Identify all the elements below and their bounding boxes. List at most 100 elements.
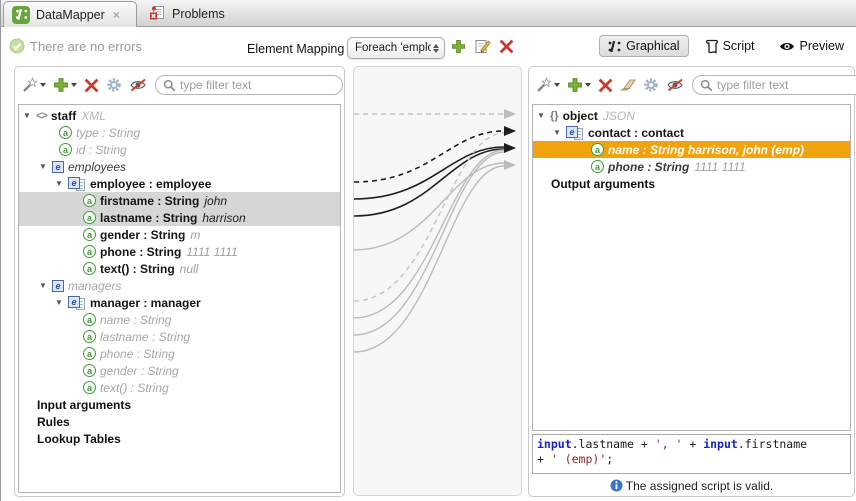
tree-row-manager-name[interactable]: a name : String	[19, 311, 340, 328]
tree-row-manager-text[interactable]: a text() : String	[19, 379, 340, 396]
delete-mapping-button[interactable]	[499, 39, 514, 54]
tree-row-employees[interactable]: ▼ e employees	[19, 158, 340, 175]
expand-arrow[interactable]: ▼	[23, 111, 36, 120]
tree-row-staff[interactable]: ▼ <> staff XML	[19, 107, 340, 124]
attribute-icon: a	[59, 126, 72, 139]
xml-element-icon: <>	[36, 110, 47, 122]
hide-fields-eye-slash-icon[interactable]	[129, 78, 148, 92]
script-editor[interactable]: input.lastname + ', ' + input.firstname …	[532, 434, 851, 474]
info-icon	[610, 479, 623, 492]
tree-row-text[interactable]: a text() : String null	[19, 260, 340, 277]
search-icon	[163, 79, 176, 92]
element-icon: e	[52, 280, 64, 292]
tree-section-output-arguments[interactable]: Output arguments	[533, 175, 850, 192]
tree-row-type[interactable]: a type : String	[19, 124, 340, 141]
tree-row-manager-lastname[interactable]: a lastname : String	[19, 328, 340, 345]
tree-row-object[interactable]: ▼ {} object JSON	[533, 107, 850, 124]
output-tree: ▼ {} object JSON ▼ e contact : contact a…	[532, 104, 851, 431]
tree-row-employee[interactable]: ▼ e employee : employee	[19, 175, 340, 192]
edit-mapping-button[interactable]	[474, 38, 491, 54]
node-type-suffix: XML	[81, 109, 106, 123]
element-mapping-icon: e	[68, 177, 86, 191]
datamapper-icon	[12, 6, 30, 24]
tree-row-phone[interactable]: a phone : String 1111 1111	[19, 243, 340, 260]
attribute-icon: a	[591, 160, 604, 173]
node-type-suffix: JSON	[603, 109, 635, 123]
attribute-icon: a	[83, 330, 96, 343]
node-value: harrison	[202, 211, 245, 225]
tree-row-manager[interactable]: ▼ e manager : manager	[19, 294, 340, 311]
mapping-toolbar: There are no errors Element Mapping Fore…	[1, 28, 856, 64]
preview-eye-icon	[779, 41, 795, 52]
tree-row-manager-phone[interactable]: a phone : String	[19, 345, 340, 362]
auto-map-wand-button[interactable]	[21, 77, 46, 93]
search-icon	[700, 79, 713, 92]
hide-fields-eye-slash-icon[interactable]	[666, 78, 685, 92]
attribute-icon: a	[83, 211, 96, 224]
attribute-icon: a	[83, 381, 96, 394]
node-value: null	[180, 262, 199, 276]
tree-section-lookup-tables[interactable]: Lookup Tables	[19, 430, 340, 447]
tab-datamapper[interactable]: DataMapper ×	[3, 1, 137, 27]
delete-field-button[interactable]	[84, 78, 99, 93]
view-preview-button[interactable]: Preview	[771, 36, 852, 56]
expand-arrow[interactable]: ▼	[39, 162, 52, 171]
delete-field-button[interactable]	[598, 78, 613, 93]
input-toolbar	[15, 67, 344, 103]
view-script-button[interactable]: Script	[697, 36, 763, 57]
node-label: staff	[51, 109, 76, 123]
auto-map-wand-button[interactable]	[535, 77, 560, 93]
add-mapping-button[interactable]	[451, 39, 466, 54]
script-icon	[705, 39, 718, 54]
properties-gear-icon[interactable]	[643, 77, 659, 93]
attribute-icon: a	[83, 245, 96, 258]
view-label: Script	[723, 39, 755, 53]
tree-row-id[interactable]: a id : String	[19, 141, 340, 158]
expand-arrow[interactable]: ▼	[553, 128, 566, 137]
section-label: Lookup Tables	[37, 432, 121, 446]
element-mapping-icon: e	[566, 126, 584, 140]
graphical-icon	[608, 40, 621, 53]
expand-arrow[interactable]: ▼	[537, 111, 550, 120]
input-filter-input[interactable]	[180, 78, 335, 92]
tree-row-contact[interactable]: ▼ e contact : contact	[533, 124, 850, 141]
node-label: lastname : String	[100, 211, 197, 225]
section-label: Rules	[37, 415, 70, 429]
element-mapping-dropdown[interactable]: Foreach 'employee'	[347, 37, 445, 59]
tree-row-lastname[interactable]: a lastname : String harrison	[19, 209, 340, 226]
node-label: gender : String	[100, 364, 179, 378]
expand-arrow[interactable]: ▼	[55, 179, 68, 188]
element-icon: e	[52, 161, 64, 173]
expand-arrow[interactable]: ▼	[39, 281, 52, 290]
node-label: firstname : String	[100, 194, 199, 208]
clear-eraser-icon[interactable]	[620, 78, 636, 92]
tree-row-managers[interactable]: ▼ e managers	[19, 277, 340, 294]
node-label: lastname : String	[100, 330, 190, 344]
output-panel: ▼ {} object JSON ▼ e contact : contact a…	[528, 66, 855, 497]
output-toolbar	[529, 67, 854, 103]
view-switcher: Graphical Script Preview	[599, 35, 852, 57]
chevron-down-icon	[585, 83, 591, 87]
script-line-2: + ' (emp)';	[537, 452, 846, 467]
expand-arrow[interactable]: ▼	[55, 298, 68, 307]
tree-row-gender[interactable]: a gender : String m	[19, 226, 340, 243]
tree-section-input-arguments[interactable]: Input arguments	[19, 396, 340, 413]
mapping-canvas[interactable]	[353, 66, 522, 496]
add-field-button[interactable]	[567, 77, 591, 93]
node-label: contact : contact	[588, 126, 684, 140]
tree-section-rules[interactable]: Rules	[19, 413, 340, 430]
tab-problems[interactable]: Problems	[141, 1, 233, 27]
view-graphical-button[interactable]: Graphical	[599, 35, 689, 57]
tree-row-manager-gender[interactable]: a gender : String	[19, 362, 340, 379]
add-field-button[interactable]	[53, 77, 77, 93]
check-circle-icon	[9, 38, 25, 54]
tree-row-phone[interactable]: a phone : String 1111 1111	[533, 158, 850, 175]
properties-gear-icon[interactable]	[106, 77, 122, 93]
tree-row-name-selected[interactable]: a name : String harrison, john (emp)	[533, 141, 850, 158]
node-label: phone : String	[100, 347, 175, 361]
tree-row-firstname[interactable]: a firstname : String john	[19, 192, 340, 209]
input-filter-box	[155, 75, 343, 95]
node-label: text() : String	[100, 381, 169, 395]
output-filter-input[interactable]	[717, 78, 856, 92]
close-icon[interactable]: ×	[113, 8, 120, 22]
